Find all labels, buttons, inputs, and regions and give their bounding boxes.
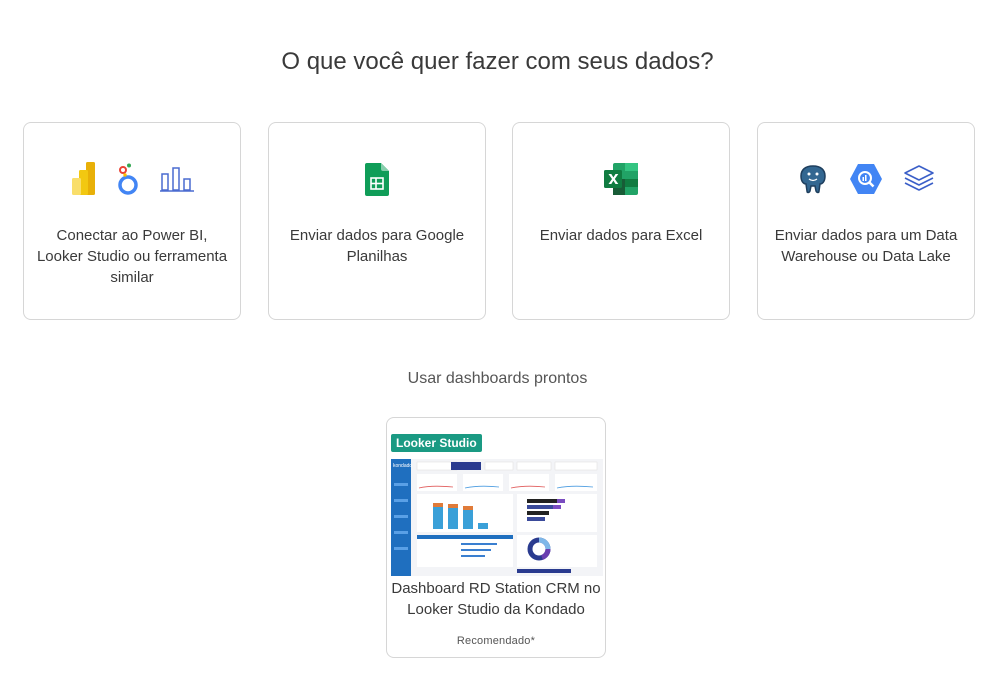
dashboards-heading: Usar dashboards prontos bbox=[407, 370, 588, 387]
google-sheets-icon bbox=[365, 162, 389, 196]
looker-studio-icon bbox=[116, 162, 140, 196]
bar-chart-icon bbox=[160, 165, 194, 193]
looker-studio-badge: Looker Studio bbox=[391, 434, 482, 452]
option-label: Enviar dados para Excel bbox=[539, 227, 703, 244]
option-card-excel[interactable]: Enviar dados para Excel bbox=[512, 122, 730, 320]
postgresql-icon bbox=[797, 163, 829, 195]
bigquery-icon bbox=[849, 163, 883, 195]
option-label: Enviar dados para Google Planilhas bbox=[289, 227, 465, 265]
dashboard-title: Dashboard RD Station CRM no Looker Studi… bbox=[391, 580, 601, 618]
layers-icon bbox=[903, 163, 935, 195]
excel-icon bbox=[604, 163, 638, 195]
page-title: O que você quer fazer com seus dados? bbox=[281, 48, 714, 75]
option-label: Enviar dados para um Data Warehouse ou D… bbox=[774, 227, 958, 265]
option-card-google-sheets[interactable]: Enviar dados para Google Planilhas bbox=[268, 122, 486, 320]
dashboard-card-rd-station[interactable]: Looker Studio kondado Dashboard RD Stati… bbox=[386, 417, 606, 658]
option-card-data-warehouse[interactable]: Enviar dados para um Data Warehouse ou D… bbox=[757, 122, 975, 320]
recommended-note: Recomendado* bbox=[456, 635, 536, 647]
option-label: Conectar ao Power BI, Looker Studio ou f… bbox=[36, 227, 228, 286]
dashboard-preview-image: kondado bbox=[391, 459, 603, 581]
preview-brand: kondado bbox=[393, 463, 412, 469]
option-card-bi-tools[interactable]: Conectar ao Power BI, Looker Studio ou f… bbox=[23, 122, 241, 320]
power-bi-icon bbox=[70, 162, 96, 196]
